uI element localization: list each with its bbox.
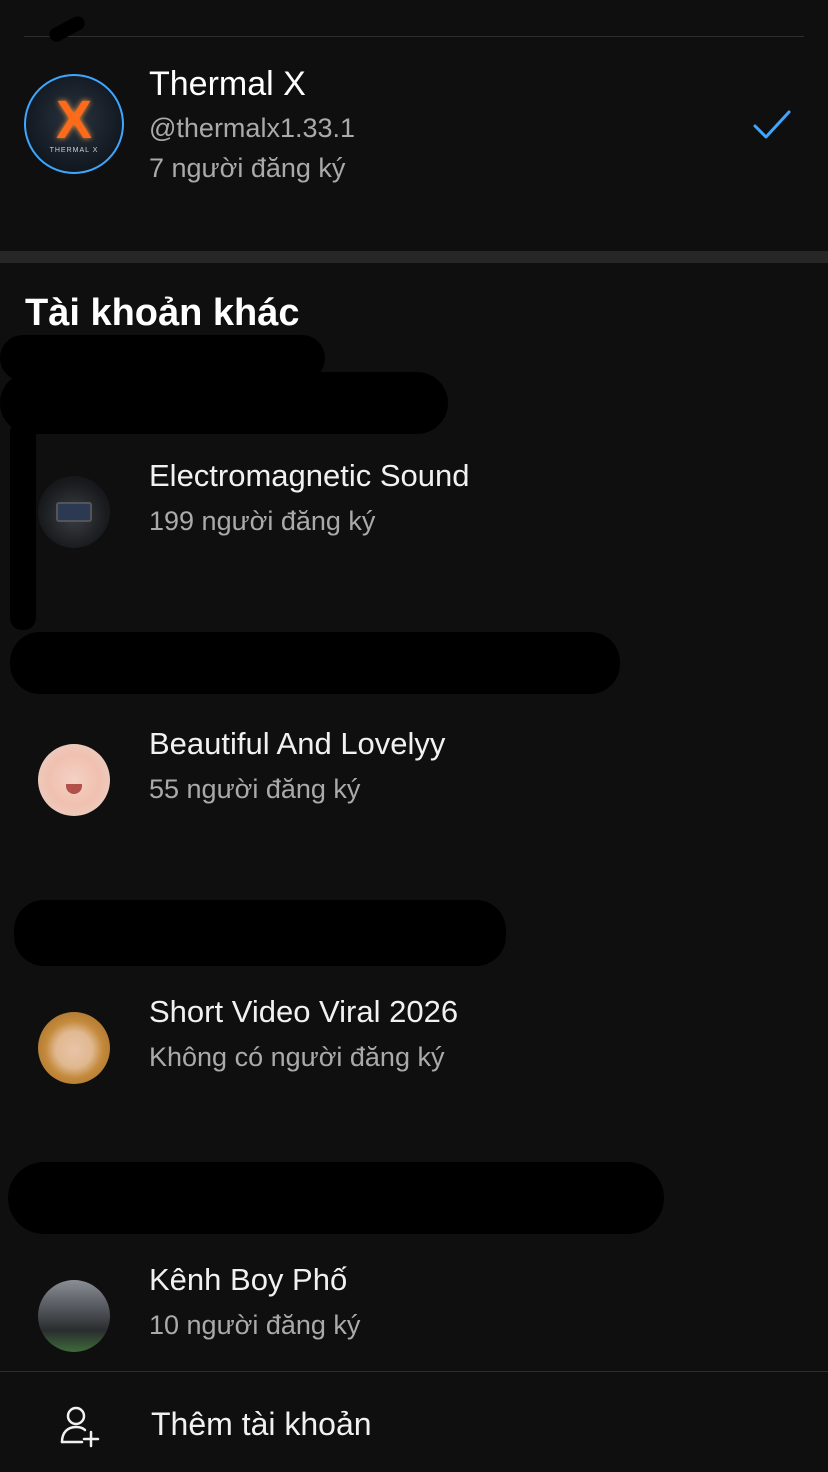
add-person-icon bbox=[60, 1406, 100, 1448]
account-subscribers: 55 người đăng ký bbox=[149, 774, 361, 804]
add-account-label: Thêm tài khoản bbox=[151, 1406, 372, 1442]
account-subscribers: 199 người đăng ký bbox=[149, 506, 376, 536]
account-avatar bbox=[38, 1280, 110, 1352]
section-separator bbox=[0, 251, 828, 263]
redaction-mark bbox=[0, 372, 448, 434]
redaction-mark bbox=[10, 632, 620, 694]
other-accounts-title: Tài khoản khác bbox=[25, 292, 300, 334]
account-row[interactable]: Electromagnetic Sound 199 người đăng ký bbox=[0, 458, 828, 586]
account-switcher: X THERMAL X Thermal X @thermalx1.33.1 7 … bbox=[0, 0, 828, 1472]
redaction-mark bbox=[8, 1162, 664, 1234]
redaction-mark bbox=[14, 900, 506, 966]
check-icon bbox=[753, 110, 791, 139]
current-account-handle: @thermalx1.33.1 bbox=[149, 113, 356, 143]
current-account-row[interactable]: X THERMAL X Thermal X @thermalx1.33.1 7 … bbox=[0, 37, 828, 251]
account-avatar bbox=[38, 476, 110, 548]
avatar-logo-letter: X bbox=[55, 90, 93, 150]
account-name: Beautiful And Lovelyy bbox=[149, 726, 446, 761]
account-row[interactable]: Beautiful And Lovelyy 55 người đăng ký bbox=[0, 726, 828, 854]
account-name: Electromagnetic Sound bbox=[149, 458, 470, 493]
current-account-name: Thermal X bbox=[149, 65, 306, 103]
account-row[interactable]: Short Video Viral 2026 Không có người đă… bbox=[0, 994, 828, 1122]
current-account-avatar: X THERMAL X bbox=[24, 74, 124, 174]
account-name: Short Video Viral 2026 bbox=[149, 994, 459, 1029]
account-subscribers: Không có người đăng ký bbox=[149, 1042, 445, 1072]
current-account-subscribers: 7 người đăng ký bbox=[149, 153, 346, 183]
account-name: Kênh Boy Phố bbox=[149, 1262, 348, 1297]
account-avatar bbox=[38, 744, 110, 816]
add-account-button[interactable]: Thêm tài khoản bbox=[0, 1372, 828, 1472]
account-subscribers: 10 người đăng ký bbox=[149, 1310, 361, 1340]
account-avatar bbox=[38, 1012, 110, 1084]
avatar-logo-caption: THERMAL X bbox=[49, 147, 99, 154]
